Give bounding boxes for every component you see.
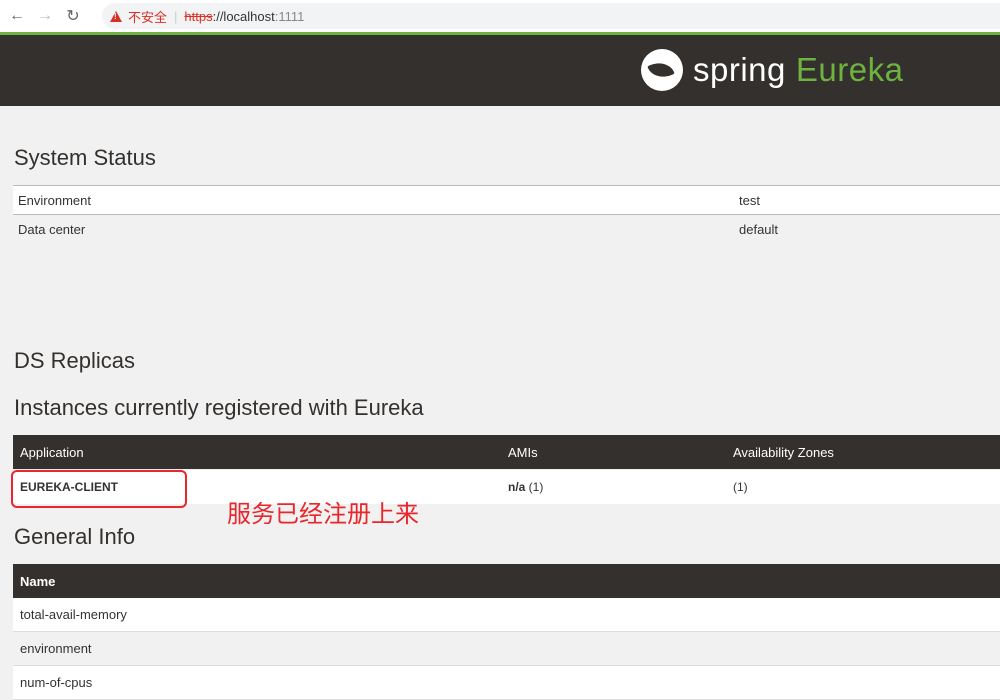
address-bar[interactable]: 不安全 | https ://localhost :1111	[102, 3, 1000, 29]
ds-replicas-title: DS Replicas	[14, 348, 136, 373]
info-row-num-of-cpus: num-of-cpus	[13, 666, 1000, 700]
url-port: :1111	[274, 8, 305, 24]
status-value: default	[739, 222, 779, 237]
system-status-title: System Status	[14, 145, 156, 170]
info-name: environment	[20, 641, 92, 656]
logo-word-eureka: Eureka	[795, 51, 904, 88]
instances-title: Instances currently registered with Eure…	[14, 395, 424, 420]
status-row-environment: Environment test	[13, 185, 1000, 214]
address-separator: |	[174, 8, 178, 24]
column-application: Application	[20, 445, 84, 460]
reload-icon[interactable]: ↻	[62, 5, 84, 27]
back-arrow-icon[interactable]: ←	[6, 5, 28, 27]
spring-leaf-icon	[641, 49, 683, 91]
eureka-header: spring Eureka	[0, 35, 1000, 106]
amis-count: (1)	[525, 480, 544, 494]
info-row-environment: environment	[13, 632, 1000, 666]
forward-arrow-icon[interactable]: →	[34, 5, 56, 27]
url-scheme: https	[184, 8, 213, 24]
amis-label: n/a	[508, 480, 526, 494]
general-info-table-header: Name	[13, 564, 1000, 598]
status-value: test	[739, 193, 760, 208]
security-label[interactable]: 不安全	[128, 7, 167, 26]
status-key: Environment	[18, 193, 91, 208]
annotation-highlight-box	[11, 470, 187, 508]
annotation-text: 服务已经注册上来	[227, 500, 419, 528]
spring-eureka-logo[interactable]: spring Eureka	[641, 45, 903, 95]
status-key: Data center	[18, 222, 86, 237]
url-host: ://localhost	[212, 8, 275, 24]
status-row-data-center: Data center default	[13, 214, 1000, 243]
general-info-title: General Info	[14, 524, 136, 549]
column-availability-zones: Availability Zones	[733, 445, 834, 460]
column-name: Name	[20, 574, 56, 589]
availability-zones-value: (1)	[733, 480, 748, 494]
info-name: total-avail-memory	[20, 607, 127, 622]
column-amis: AMIs	[508, 445, 538, 460]
info-name: num-of-cpus	[20, 675, 93, 690]
warning-triangle-icon	[110, 10, 122, 22]
instances-table-header: Application AMIs Availability Zones	[13, 435, 1000, 469]
browser-toolbar: ← → ↻ 不安全 | https ://localhost :1111	[0, 0, 1000, 32]
amis-value: n/a (1)	[508, 480, 543, 494]
info-row-total-avail-memory: total-avail-memory	[13, 598, 1000, 632]
logo-word-spring: spring	[693, 51, 786, 88]
